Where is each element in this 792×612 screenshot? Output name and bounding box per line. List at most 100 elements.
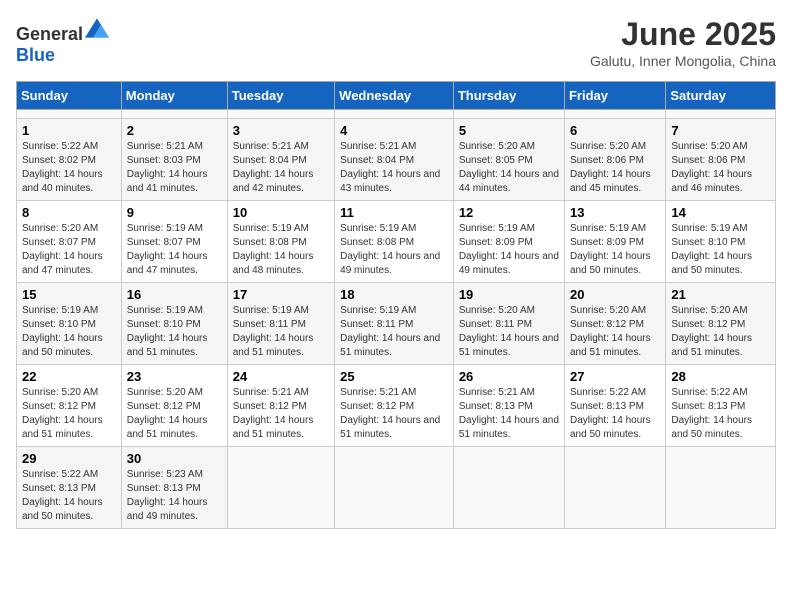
day-cell: 20Sunrise: 5:20 AM Sunset: 8:12 PM Dayli… — [564, 283, 665, 365]
logo-icon — [85, 16, 109, 40]
day-cell — [453, 110, 564, 119]
day-cell: 1Sunrise: 5:22 AM Sunset: 8:02 PM Daylig… — [17, 119, 122, 201]
day-info: Sunrise: 5:20 AM Sunset: 8:12 PM Dayligh… — [22, 386, 116, 442]
col-header-saturday: Saturday — [666, 82, 776, 110]
day-number: 28 — [671, 369, 770, 384]
logo: General Blue — [16, 16, 109, 66]
day-number: 20 — [570, 287, 660, 302]
day-cell — [17, 110, 122, 119]
day-cell: 27Sunrise: 5:22 AM Sunset: 8:13 PM Dayli… — [564, 365, 665, 447]
day-info: Sunrise: 5:20 AM Sunset: 8:11 PM Dayligh… — [459, 304, 559, 360]
day-info: Sunrise: 5:19 AM Sunset: 8:09 PM Dayligh… — [459, 222, 559, 278]
day-number: 3 — [233, 123, 329, 138]
day-info: Sunrise: 5:22 AM Sunset: 8:13 PM Dayligh… — [22, 468, 116, 524]
day-cell: 13 Sunrise: 5:19 AM Sunset: 8:09 PM Dayli… — [564, 201, 665, 283]
week-row-6: 29 Sunrise: 5:22 AM Sunset: 8:13 PM Dayli… — [17, 447, 776, 529]
day-cell — [666, 110, 776, 119]
day-cell: 25Sunrise: 5:21 AM Sunset: 8:12 PM Dayli… — [335, 365, 454, 447]
day-info: Sunrise: 5:22 AM Sunset: 8:13 PM Dayligh… — [570, 386, 660, 442]
week-row-4: 15 Sunrise: 5:19 AM Sunset: 8:10 PM Dayli… — [17, 283, 776, 365]
day-info: Sunrise: 5:21 AM Sunset: 8:04 PM Dayligh… — [233, 140, 329, 196]
day-cell — [121, 110, 227, 119]
day-cell: 26 Sunrise: 5:21 AM Sunset: 8:13 PM Dayli… — [453, 365, 564, 447]
title-block: June 2025 Galutu, Inner Mongolia, China — [590, 16, 776, 69]
day-cell: 28 Sunrise: 5:22 AM Sunset: 8:13 PM Dayli… — [666, 365, 776, 447]
day-number: 9 — [127, 205, 222, 220]
day-info: Sunrise: 5:19 AM Sunset: 8:07 PM Dayligh… — [127, 222, 222, 278]
day-number: 11 — [340, 205, 448, 220]
day-number: 26 — [459, 369, 559, 384]
day-number: 14 — [671, 205, 770, 220]
day-cell: 7 Sunrise: 5:20 AM Sunset: 8:06 PM Daylig… — [666, 119, 776, 201]
day-number: 6 — [570, 123, 660, 138]
day-cell — [227, 110, 334, 119]
day-cell: 2Sunrise: 5:21 AM Sunset: 8:03 PM Daylig… — [121, 119, 227, 201]
day-info: Sunrise: 5:20 AM Sunset: 8:06 PM Dayligh… — [671, 140, 770, 196]
day-info: Sunrise: 5:19 AM Sunset: 8:09 PM Dayligh… — [570, 222, 660, 278]
day-number: 10 — [233, 205, 329, 220]
day-info: Sunrise: 5:19 AM Sunset: 8:11 PM Dayligh… — [233, 304, 329, 360]
day-number: 30 — [127, 451, 222, 466]
day-cell: 11 Sunrise: 5:19 AM Sunset: 8:08 PM Dayli… — [335, 201, 454, 283]
col-header-thursday: Thursday — [453, 82, 564, 110]
week-row-2: 1Sunrise: 5:22 AM Sunset: 8:02 PM Daylig… — [17, 119, 776, 201]
day-info: Sunrise: 5:19 AM Sunset: 8:10 PM Dayligh… — [127, 304, 222, 360]
day-cell: 6Sunrise: 5:20 AM Sunset: 8:06 PM Daylig… — [564, 119, 665, 201]
calendar-header-row: SundayMondayTuesdayWednesdayThursdayFrid… — [17, 82, 776, 110]
logo-blue: Blue — [16, 45, 55, 65]
day-number: 19 — [459, 287, 559, 302]
day-number: 25 — [340, 369, 448, 384]
day-number: 8 — [22, 205, 116, 220]
day-cell — [335, 110, 454, 119]
col-header-tuesday: Tuesday — [227, 82, 334, 110]
day-number: 24 — [233, 369, 329, 384]
day-number: 1 — [22, 123, 116, 138]
day-cell — [335, 447, 454, 529]
day-number: 2 — [127, 123, 222, 138]
day-cell — [564, 447, 665, 529]
day-number: 13 — [570, 205, 660, 220]
day-info: Sunrise: 5:19 AM Sunset: 8:10 PM Dayligh… — [22, 304, 116, 360]
day-number: 29 — [22, 451, 116, 466]
day-info: Sunrise: 5:21 AM Sunset: 8:13 PM Dayligh… — [459, 386, 559, 442]
month-title: June 2025 — [590, 16, 776, 53]
day-number: 17 — [233, 287, 329, 302]
day-cell: 9 Sunrise: 5:19 AM Sunset: 8:07 PM Daylig… — [121, 201, 227, 283]
day-cell: 10Sunrise: 5:19 AM Sunset: 8:08 PM Dayli… — [227, 201, 334, 283]
day-cell: 24 Sunrise: 5:21 AM Sunset: 8:12 PM Dayli… — [227, 365, 334, 447]
day-cell: 21Sunrise: 5:20 AM Sunset: 8:12 PM Dayli… — [666, 283, 776, 365]
day-cell: 30 Sunrise: 5:23 AM Sunset: 8:13 PM Dayli… — [121, 447, 227, 529]
day-info: Sunrise: 5:20 AM Sunset: 8:07 PM Dayligh… — [22, 222, 116, 278]
day-info: Sunrise: 5:20 AM Sunset: 8:05 PM Dayligh… — [459, 140, 559, 196]
day-cell: 22Sunrise: 5:20 AM Sunset: 8:12 PM Dayli… — [17, 365, 122, 447]
day-info: Sunrise: 5:21 AM Sunset: 8:04 PM Dayligh… — [340, 140, 448, 196]
day-cell — [666, 447, 776, 529]
day-number: 18 — [340, 287, 448, 302]
day-info: Sunrise: 5:22 AM Sunset: 8:13 PM Dayligh… — [671, 386, 770, 442]
day-info: Sunrise: 5:23 AM Sunset: 8:13 PM Dayligh… — [127, 468, 222, 524]
day-cell: 8 Sunrise: 5:20 AM Sunset: 8:07 PM Daylig… — [17, 201, 122, 283]
day-cell — [564, 110, 665, 119]
page-header: General Blue June 2025 Galutu, Inner Mon… — [16, 16, 776, 69]
day-info: Sunrise: 5:19 AM Sunset: 8:11 PM Dayligh… — [340, 304, 448, 360]
day-info: Sunrise: 5:21 AM Sunset: 8:12 PM Dayligh… — [233, 386, 329, 442]
day-cell: 19 Sunrise: 5:20 AM Sunset: 8:11 PM Dayli… — [453, 283, 564, 365]
day-cell — [227, 447, 334, 529]
day-cell: 23Sunrise: 5:20 AM Sunset: 8:12 PM Dayli… — [121, 365, 227, 447]
day-number: 12 — [459, 205, 559, 220]
day-number: 15 — [22, 287, 116, 302]
day-number: 7 — [671, 123, 770, 138]
day-number: 23 — [127, 369, 222, 384]
day-cell: 5Sunrise: 5:20 AM Sunset: 8:05 PM Daylig… — [453, 119, 564, 201]
day-info: Sunrise: 5:20 AM Sunset: 8:12 PM Dayligh… — [671, 304, 770, 360]
day-info: Sunrise: 5:19 AM Sunset: 8:08 PM Dayligh… — [340, 222, 448, 278]
logo-block: General Blue — [16, 16, 109, 66]
day-cell: 4Sunrise: 5:21 AM Sunset: 8:04 PM Daylig… — [335, 119, 454, 201]
day-cell: 16Sunrise: 5:19 AM Sunset: 8:10 PM Dayli… — [121, 283, 227, 365]
col-header-monday: Monday — [121, 82, 227, 110]
day-cell: 15 Sunrise: 5:19 AM Sunset: 8:10 PM Dayli… — [17, 283, 122, 365]
day-cell: 17 Sunrise: 5:19 AM Sunset: 8:11 PM Dayli… — [227, 283, 334, 365]
day-cell: 3 Sunrise: 5:21 AM Sunset: 8:04 PM Daylig… — [227, 119, 334, 201]
day-cell: 18 Sunrise: 5:19 AM Sunset: 8:11 PM Dayli… — [335, 283, 454, 365]
col-header-sunday: Sunday — [17, 82, 122, 110]
